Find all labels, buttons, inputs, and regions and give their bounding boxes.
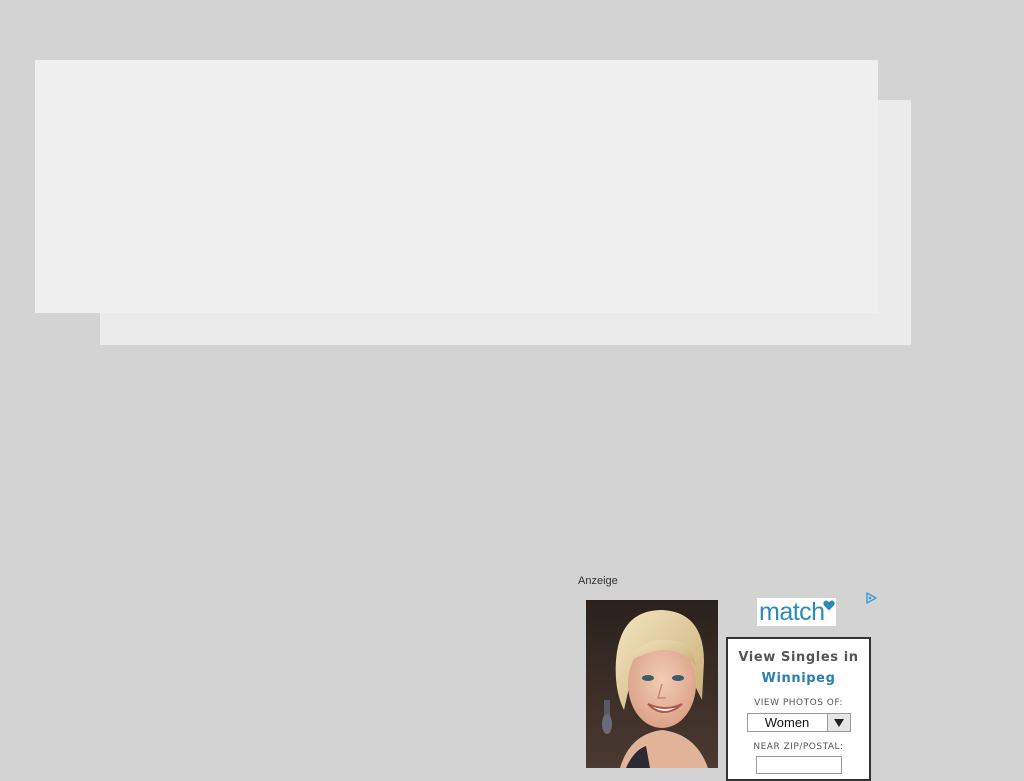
ad-label: Anzeige <box>578 575 618 587</box>
gender-select-value: Women <box>764 715 810 730</box>
match-logo-text: match <box>759 598 825 626</box>
ad-portrait-photo[interactable] <box>586 600 718 768</box>
content-placeholder-front <box>35 60 878 313</box>
zip-input[interactable] <box>755 756 842 774</box>
widget-title: View Singles in <box>738 650 859 665</box>
adchoices-icon[interactable] <box>864 591 878 605</box>
gender-select[interactable]: Women <box>746 713 851 732</box>
view-singles-widget: View Singles in Winnipeg VIEW PHOTOS OF:… <box>726 637 871 781</box>
widget-city-link[interactable]: Winnipeg <box>728 671 869 687</box>
chevron-down-icon[interactable] <box>826 714 850 731</box>
match-logo[interactable]: match <box>757 598 836 626</box>
view-photos-label: VIEW PHOTOS OF: <box>754 698 843 708</box>
heart-icon <box>823 600 835 611</box>
zip-label: NEAR ZIP/POSTAL: <box>753 742 844 752</box>
